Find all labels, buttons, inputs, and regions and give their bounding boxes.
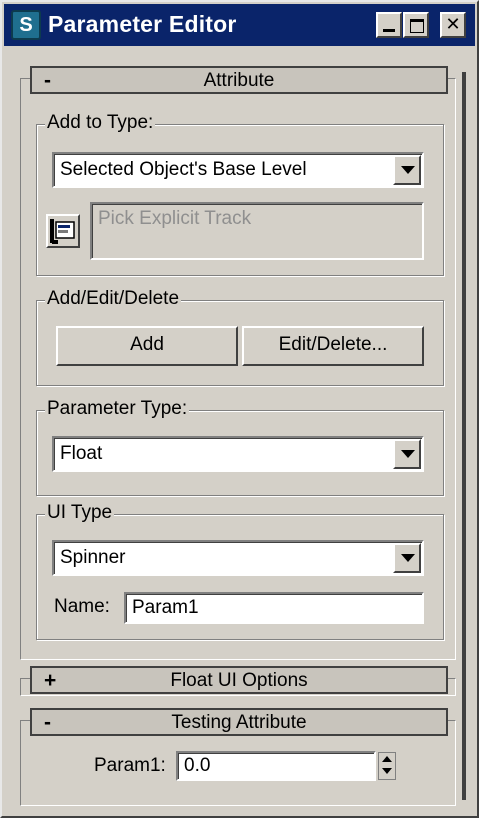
app-logo-icon[interactable]: S xyxy=(11,10,41,40)
attribute-rollout-header[interactable]: - Attribute xyxy=(30,66,448,94)
rollout-scrollbar[interactable] xyxy=(461,52,467,810)
dropdown-value: Float xyxy=(60,443,103,464)
ui-type-dropdown[interactable]: Spinner xyxy=(52,540,424,576)
minimize-icon xyxy=(383,29,395,32)
group-label: Parameter Type: xyxy=(45,398,190,420)
parameter-editor-window: S Parameter Editor ✕ - Attribute Add to … xyxy=(0,0,479,818)
param1-label: Param1: xyxy=(94,755,166,776)
pick-track-button[interactable] xyxy=(46,214,80,248)
rollout-title: Testing Attribute xyxy=(171,712,307,733)
name-label: Name: xyxy=(54,596,110,617)
close-icon: ✕ xyxy=(445,14,461,34)
param1-spinner-input[interactable]: 0.0 xyxy=(176,751,376,781)
minimize-button[interactable] xyxy=(376,12,402,38)
maximize-icon xyxy=(410,19,424,33)
group-label: Add to Type: xyxy=(45,112,156,134)
close-button[interactable]: ✕ xyxy=(440,12,466,38)
add-button[interactable]: Add xyxy=(56,326,238,366)
chevron-down-icon[interactable] xyxy=(393,439,421,469)
dropdown-value: Spinner xyxy=(60,547,126,568)
chevron-down-icon[interactable] xyxy=(393,543,421,573)
group-label: UI Type xyxy=(45,502,115,524)
chevron-down-icon[interactable] xyxy=(393,155,421,185)
window-title: Parameter Editor xyxy=(48,11,237,37)
name-input[interactable]: Param1 xyxy=(124,592,424,624)
float-ui-options-rollout-header[interactable]: + Float UI Options xyxy=(30,666,448,694)
dropdown-value: Selected Object's Base Level xyxy=(60,159,307,180)
rollout-title: Float UI Options xyxy=(170,670,308,691)
edit-delete-button[interactable]: Edit/Delete... xyxy=(242,326,424,366)
spinner-arrows-icon[interactable] xyxy=(378,752,396,780)
testing-attribute-rollout-header[interactable]: - Testing Attribute xyxy=(30,708,448,736)
rollout-panel: - Attribute Add to Type: Selected Object… xyxy=(10,52,469,810)
group-label: Add/Edit/Delete xyxy=(45,288,182,310)
track-view-icon xyxy=(50,219,75,244)
title-bar[interactable]: S Parameter Editor ✕ xyxy=(4,4,475,46)
scrollbar-thumb[interactable] xyxy=(462,72,466,800)
add-to-type-dropdown[interactable]: Selected Object's Base Level xyxy=(52,152,424,188)
pick-explicit-track-field: Pick Explicit Track xyxy=(90,202,424,260)
parameter-type-dropdown[interactable]: Float xyxy=(52,436,424,472)
maximize-button[interactable] xyxy=(403,12,429,38)
rollout-title: Attribute xyxy=(203,70,275,91)
